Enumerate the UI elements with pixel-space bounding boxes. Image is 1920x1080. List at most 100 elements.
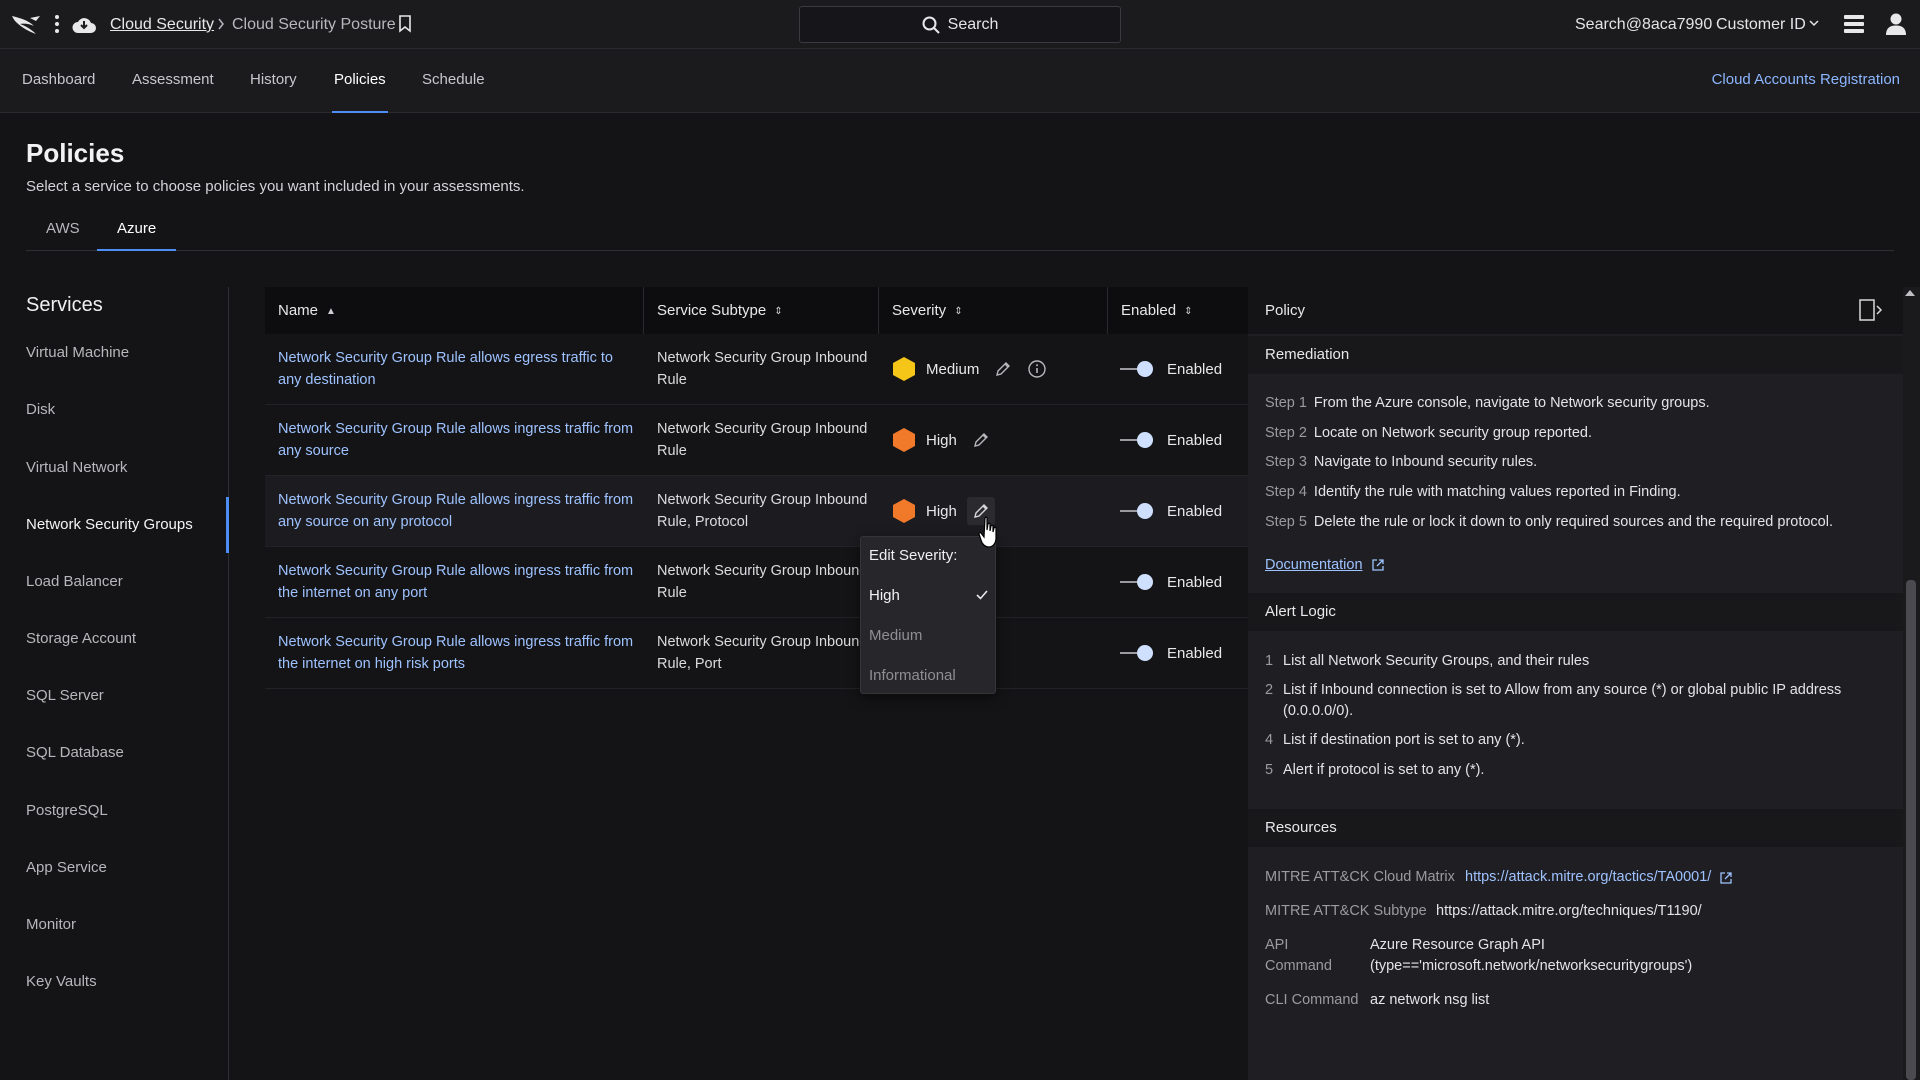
mitre-cloud-matrix-value: https://attack.mitre.org/tactics/TA0001/ — [1465, 869, 1712, 885]
service-storage-account[interactable]: Storage Account — [26, 630, 136, 647]
service-virtual-network[interactable]: Virtual Network — [26, 459, 127, 476]
edit-severity-menu: Edit Severity: High Medium Informational — [860, 536, 996, 694]
enabled-toggle[interactable] — [1120, 645, 1153, 661]
policy-name-link[interactable]: Network Security Group Rule allows ingre… — [278, 631, 638, 675]
cli-command-value: az network nsg list — [1370, 992, 1490, 1008]
enabled-toggle[interactable] — [1120, 432, 1153, 448]
falcon-logo-icon[interactable] — [10, 12, 44, 36]
cloud-provider-tabs: AWS Azure — [26, 210, 1894, 251]
column-header-name[interactable]: Name ▲ — [265, 287, 644, 334]
policy-name-link[interactable]: Network Security Group Rule allows ingre… — [278, 418, 638, 462]
service-monitor[interactable]: Monitor — [26, 916, 76, 933]
active-service-indicator — [226, 497, 229, 553]
table-row[interactable]: Network Security Group Rule allows ingre… — [265, 547, 1248, 618]
tab-azure[interactable]: Azure — [97, 210, 177, 251]
service-postgresql[interactable]: PostgreSQL — [26, 802, 108, 819]
alert-logic-item: 5 Alert if protocol is set to any (*). — [1265, 762, 1485, 778]
column-header-severity[interactable]: Severity ⇕ — [879, 287, 1108, 334]
customer-id-dropdown[interactable]: Customer ID — [1716, 16, 1806, 34]
page-title: Policies — [26, 138, 125, 168]
service-sql-database[interactable]: SQL Database — [26, 744, 124, 761]
api-value: Azure Resource Graph API — [1370, 937, 1545, 953]
global-search-button[interactable]: Search — [799, 6, 1121, 43]
enabled-toggle[interactable] — [1120, 574, 1153, 590]
remediation-step: Step 1 From the Azure console, navigate t… — [1265, 395, 1710, 411]
service-subtype: Network Security Group Inbound Rule, Por… — [657, 634, 868, 672]
service-subtype: Network Security Group Inbound Rule — [657, 350, 868, 388]
user-profile-icon[interactable] — [1885, 12, 1907, 36]
scrollbar-thumb[interactable] — [1906, 580, 1916, 1080]
enabled-cell: Enabled — [1120, 405, 1222, 475]
enabled-cell: Enabled — [1120, 334, 1222, 404]
cloud-icon — [71, 13, 97, 35]
tab-history[interactable]: History — [250, 49, 297, 113]
info-icon[interactable] — [1027, 359, 1047, 379]
mitre-subtype-value: https://attack.mitre.org/techniques/T119… — [1436, 903, 1702, 919]
policy-name-link[interactable]: Network Security Group Rule allows ingre… — [278, 489, 638, 533]
tab-aws[interactable]: AWS — [26, 210, 100, 251]
chevron-down-icon[interactable] — [1808, 18, 1820, 28]
policy-detail-panel: Policy Remediation Step 1 From the Azure … — [1248, 287, 1903, 1080]
more-menu-icon[interactable] — [54, 14, 60, 34]
service-disk[interactable]: Disk — [26, 401, 55, 418]
top-bar: Cloud Security Cloud Security Posture Se… — [0, 0, 1920, 49]
column-header-enabled-label: Enabled — [1121, 302, 1177, 319]
table-row[interactable]: Network Security Group Rule allows ingre… — [265, 618, 1248, 689]
severity-option-informational[interactable]: Informational — [869, 667, 989, 684]
service-subtype: Network Security Group Inbound Rule — [657, 563, 868, 601]
tab-policies[interactable]: Policies — [332, 49, 388, 113]
service-virtual-machine[interactable]: Virtual Machine — [26, 344, 129, 361]
pencil-icon — [973, 433, 988, 447]
enabled-toggle[interactable] — [1120, 361, 1153, 377]
policy-name-link[interactable]: Network Security Group Rule allows ingre… — [278, 560, 638, 604]
severity-option-high[interactable]: High — [869, 587, 989, 604]
mitre-subtype-label: MITRE ATT&CK Subtype — [1265, 903, 1427, 919]
scroll-up-icon[interactable] — [1905, 290, 1915, 296]
service-sql-server[interactable]: SQL Server — [26, 687, 104, 704]
tab-dashboard[interactable]: Dashboard — [22, 49, 95, 113]
alert-logic-item: 2 List if Inbound connection is set to Al… — [1265, 682, 1842, 719]
service-network-security-groups[interactable]: Network Security Groups — [26, 516, 193, 533]
edit-severity-button[interactable] — [967, 426, 995, 454]
edit-severity-button[interactable] — [989, 355, 1017, 383]
severity-option-medium[interactable]: Medium — [869, 627, 989, 644]
remediation-step: Step 4 Identify the rule with matching va… — [1265, 484, 1681, 500]
enabled-label: Enabled — [1167, 573, 1223, 591]
collapse-panel-icon[interactable] — [1859, 299, 1883, 321]
table-row[interactable]: Network Security Group Rule allows egres… — [265, 334, 1248, 405]
bookmark-icon[interactable] — [398, 14, 412, 34]
enabled-toggle[interactable] — [1120, 503, 1153, 519]
severity-option-label: Medium — [869, 627, 923, 644]
cloud-accounts-registration-link[interactable]: Cloud Accounts Registration — [1712, 49, 1900, 111]
api-command-value: (type=='microsoft.network/networksecurit… — [1370, 958, 1693, 974]
user-account-label[interactable]: Search@8aca7990 — [1575, 16, 1712, 34]
column-header-subtype[interactable]: Service Subtype ⇕ — [644, 287, 879, 334]
tab-assessment[interactable]: Assessment — [132, 49, 214, 113]
enabled-label: Enabled — [1167, 431, 1223, 449]
enabled-cell: Enabled — [1120, 476, 1222, 546]
remediation-step: Step 2 Locate on Network security group r… — [1265, 425, 1592, 441]
sidebar-divider — [228, 287, 229, 1080]
alert-logic-heading: Alert Logic — [1248, 593, 1903, 631]
documentation-link[interactable]: Documentation — [1265, 557, 1385, 573]
mitre-cloud-matrix-link[interactable]: https://attack.mitre.org/tactics/TA0001/ — [1465, 867, 1733, 888]
policy-name-link[interactable]: Network Security Group Rule allows egres… — [278, 347, 638, 391]
service-key-vaults[interactable]: Key Vaults — [26, 973, 97, 990]
column-header-enabled[interactable]: Enabled ⇕ — [1108, 287, 1248, 334]
panel-header: Policy — [1248, 287, 1903, 334]
tab-schedule[interactable]: Schedule — [422, 49, 485, 113]
service-load-balancer[interactable]: Load Balancer — [26, 573, 123, 590]
service-subtype: Network Security Group Inbound Rule, Pro… — [657, 492, 868, 530]
table-row[interactable]: Network Security Group Rule allows ingre… — [265, 405, 1248, 476]
notifications-icon[interactable] — [1843, 13, 1865, 35]
page-subtitle: Select a service to choose policies you … — [26, 178, 525, 195]
breadcrumb-current: Cloud Security Posture — [232, 16, 396, 33]
breadcrumb-root-link[interactable]: Cloud Security — [110, 16, 214, 34]
mouse-cursor-icon — [978, 516, 1002, 550]
panel-title: Policy — [1265, 302, 1306, 319]
severity-cell: Medium — [892, 334, 1047, 404]
table-row[interactable]: Network Security Group Rule allows ingre… — [265, 476, 1248, 547]
service-app-service[interactable]: App Service — [26, 859, 107, 876]
remediation-step: Step 3 Navigate to Inbound security rules… — [1265, 454, 1538, 470]
severity-cell: High — [892, 405, 995, 475]
